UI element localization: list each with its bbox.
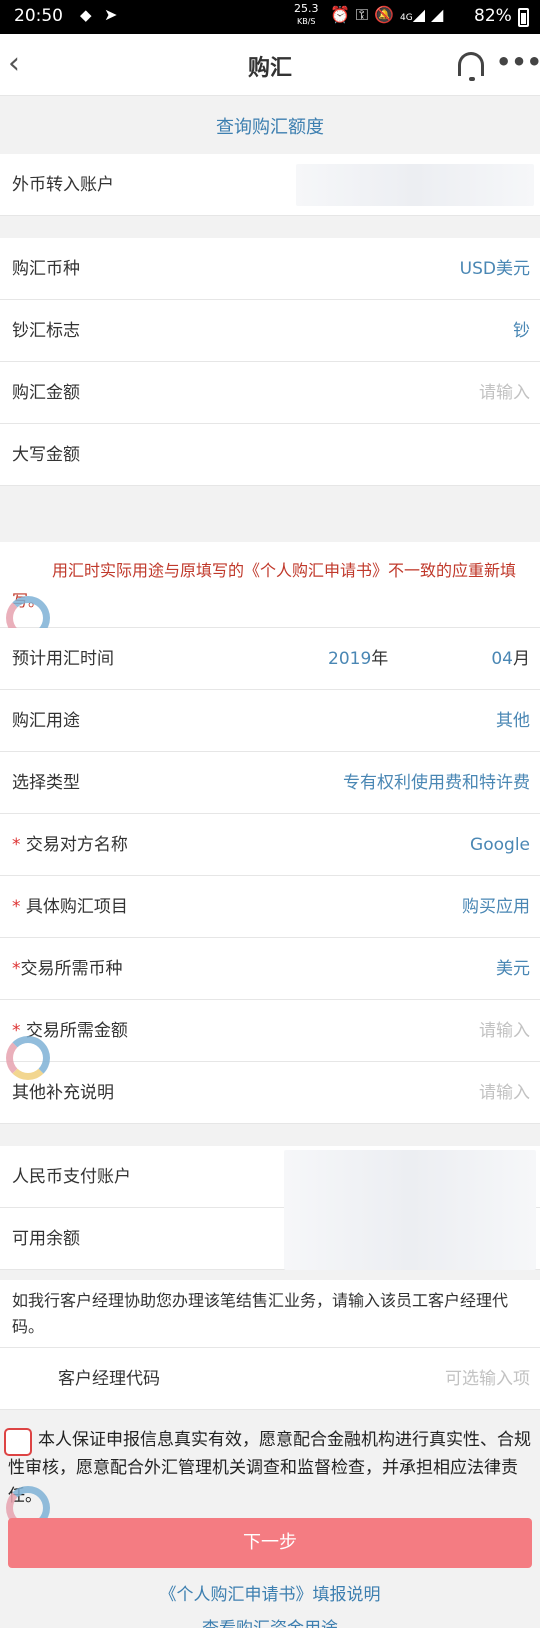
manager-code-row[interactable]: 客户经理代码 可选输入项 xyxy=(0,1348,540,1410)
manager-code-label: 客户经理代码 xyxy=(58,1369,160,1389)
trade-amount-row[interactable]: * 交易所需金额 请输入 xyxy=(0,1000,540,1062)
amount-row[interactable]: 购汇金额 请输入 xyxy=(0,362,540,424)
alarm-icon: ⏰ xyxy=(330,5,356,24)
status-icons: ⏰⚿🔕4G◢◢ xyxy=(330,5,449,25)
item-label-text: 具体购汇项目 xyxy=(25,897,128,917)
balance-label: 可用余额 xyxy=(12,1229,80,1249)
currency-value: USD美元 xyxy=(459,259,530,279)
counterparty-value[interactable]: Google xyxy=(470,814,530,876)
query-quota-link[interactable]: 查询购汇额度 xyxy=(0,96,540,160)
type-row[interactable]: 选择类型 专有权利使用费和特许费 xyxy=(0,752,540,814)
notification-send-icon: ➤ xyxy=(104,5,118,24)
use-time-month-unit: 月 xyxy=(513,649,530,669)
floating-loader-icon xyxy=(6,1036,50,1080)
currency-label: 购汇币种 xyxy=(12,259,80,279)
signal-icon: ◢◢ xyxy=(412,5,450,24)
counterparty-label: * 交易对方名称 xyxy=(12,814,128,876)
trade-currency-row[interactable]: *交易所需币种 美元 xyxy=(0,938,540,1000)
status-bar: 20:50 ◆ ➤ 25.3 KB/S ⏰⚿🔕4G◢◢ 82% xyxy=(0,0,540,34)
type-label: 选择类型 xyxy=(12,773,80,793)
account-in-label: 外币转入账户 xyxy=(12,175,114,195)
status-time: 20:50 xyxy=(14,6,63,26)
use-time-year-value: 2019 xyxy=(328,649,372,669)
manager-code-input[interactable]: 可选输入项 xyxy=(445,1348,530,1410)
net-speed-unit: KB/S xyxy=(296,17,316,26)
headset-icon[interactable] xyxy=(458,52,484,81)
net-speed-value: 25.3 xyxy=(294,2,319,15)
manager-tip-text: 如我行客户经理协助您办理该笔结售汇业务，请输入该员工客户经理代码。 xyxy=(12,1291,509,1336)
net-speed: 25.3 KB/S xyxy=(294,3,319,28)
more-icon[interactable]: ••• xyxy=(496,48,540,76)
amount-words-row: 大写金额 xyxy=(0,424,540,486)
network-type: 4G xyxy=(400,13,413,23)
cash-flag-label: 钞汇标志 xyxy=(12,321,80,341)
use-time-month[interactable]: 04月 xyxy=(491,628,530,690)
agreement-text: 本人保证申报信息真实有效，愿意配合金融机构进行真实性、合规性审核，愿意配合外汇管… xyxy=(8,1430,531,1506)
rmb-account-label: 人民币支付账户 xyxy=(12,1167,131,1187)
mute-icon: 🔕 xyxy=(374,5,401,24)
item-row[interactable]: * 具体购汇项目 购买应用 xyxy=(0,876,540,938)
required-star: * xyxy=(12,959,21,979)
nav-bar: ‹ 购汇 ••• xyxy=(0,34,540,96)
amount-label: 购汇金额 xyxy=(12,383,80,403)
use-time-month-value: 04 xyxy=(491,649,513,669)
use-time-year[interactable]: 2019年 xyxy=(328,628,388,690)
use-time-year-unit: 年 xyxy=(371,649,389,669)
notice-text: 用汇时实际用途与原填写的《个人购汇申请书》不一致的应重新填写。 xyxy=(12,561,517,610)
purpose-value: 其他 xyxy=(496,711,530,731)
cash-flag-row[interactable]: 钞汇标志 钞 xyxy=(0,300,540,362)
item-label: * 具体购汇项目 xyxy=(12,876,128,938)
remarks-row[interactable]: 其他补充说明 请输入 xyxy=(0,1062,540,1124)
remarks-input[interactable]: 请输入 xyxy=(479,1062,530,1124)
type-value: 专有权利使用费和特许费 xyxy=(343,773,530,793)
currency-row[interactable]: 购汇币种 USD美元 xyxy=(0,238,540,300)
use-time-label: 预计用汇时间 xyxy=(12,649,114,669)
amount-input[interactable]: 请输入 xyxy=(479,362,530,424)
trade-amount-label-text: 交易所需金额 xyxy=(25,1021,128,1041)
trade-currency-value: 美元 xyxy=(496,959,530,979)
account-in-row[interactable]: 外币转入账户 xyxy=(0,154,540,216)
account-in-value-masked xyxy=(296,164,534,206)
trade-currency-label: *交易所需币种 xyxy=(12,938,123,1000)
view-fund-purpose-link[interactable]: 查看购汇资金用途 xyxy=(0,1614,540,1628)
counterparty-row[interactable]: * 交易对方名称 Google xyxy=(0,814,540,876)
manager-tip-box: 如我行客户经理协助您办理该笔结售汇业务，请输入该员工客户经理代码。 xyxy=(0,1280,540,1348)
trade-currency-label-text: 交易所需币种 xyxy=(20,959,123,979)
notice-box: 用汇时实际用途与原填写的《个人购汇申请书》不一致的应重新填写。 xyxy=(0,542,540,628)
notification-app-icon: ◆ xyxy=(80,6,92,24)
purpose-label: 购汇用途 xyxy=(12,711,80,731)
battery-icon xyxy=(518,8,529,27)
next-button[interactable]: 下一步 xyxy=(8,1518,532,1568)
counterparty-label-text: 交易对方名称 xyxy=(25,835,128,855)
rmb-account-value-masked xyxy=(284,1150,536,1270)
required-star: * xyxy=(12,897,26,917)
form-instructions-link[interactable]: 《个人购汇申请书》填报说明 xyxy=(0,1580,540,1605)
cash-flag-value: 钞 xyxy=(513,321,530,341)
required-star: * xyxy=(12,835,26,855)
agreement-block: 本人保证申报信息真实有效，愿意配合金融机构进行真实性、合规性审核，愿意配合外汇管… xyxy=(0,1422,540,1512)
vpn-key-icon: ⚿ xyxy=(355,5,375,24)
trade-amount-input[interactable]: 请输入 xyxy=(479,1000,530,1062)
amount-words-label: 大写金额 xyxy=(12,445,80,465)
use-time-row[interactable]: 预计用汇时间 2019年 04月 xyxy=(0,628,540,690)
item-value[interactable]: 购买应用 xyxy=(462,876,530,938)
purpose-row[interactable]: 购汇用途 其他 xyxy=(0,690,540,752)
battery-level: 82% xyxy=(474,6,512,26)
